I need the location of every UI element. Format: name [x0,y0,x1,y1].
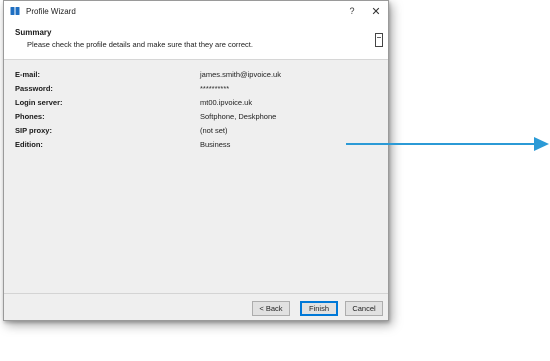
page-title: Summary [15,28,52,37]
detail-label: Edition: [15,140,43,149]
arrow-right-icon [346,137,549,151]
window-title: Profile Wizard [26,6,76,16]
detail-value: Softphone, Deskphone [200,112,277,121]
document-icon [375,33,383,47]
detail-label: SIP proxy: [15,126,52,135]
app-icon [10,6,20,16]
detail-row-email: E-mail: james.smith@ipvoice.uk [4,70,388,84]
detail-value: mt00.ipvoice.uk [200,98,253,107]
detail-label: Phones: [15,112,45,121]
detail-label: Login server: [15,98,63,107]
cancel-button[interactable]: Cancel [345,301,383,316]
detail-value: Business [200,140,231,149]
page-subtitle: Please check the profile details and mak… [27,40,253,49]
detail-value: (not set) [200,126,228,135]
detail-row-sip-proxy: SIP proxy: (not set) [4,126,388,140]
back-button[interactable]: < Back [252,301,290,316]
finish-button[interactable]: Finish [300,301,338,316]
footer-divider [4,293,388,294]
wizard-header: Summary Please check the profile details… [4,21,388,60]
detail-row-edition: Edition: Business [4,140,388,154]
detail-value: james.smith@ipvoice.uk [200,70,281,79]
close-button[interactable]: ✕ [366,1,386,21]
detail-row-password: Password: ********** [4,84,388,98]
profile-wizard-window: Profile Wizard ? ✕ Summary Please check … [3,0,389,321]
help-button[interactable]: ? [342,1,362,21]
detail-value: ********** [200,84,230,93]
title-bar: Profile Wizard ? ✕ [4,1,388,21]
detail-row-phones: Phones: Softphone, Deskphone [4,112,388,126]
detail-label: Password: [15,84,53,93]
detail-label: E-mail: [15,70,41,79]
detail-row-login-server: Login server: mt00.ipvoice.uk [4,98,388,112]
